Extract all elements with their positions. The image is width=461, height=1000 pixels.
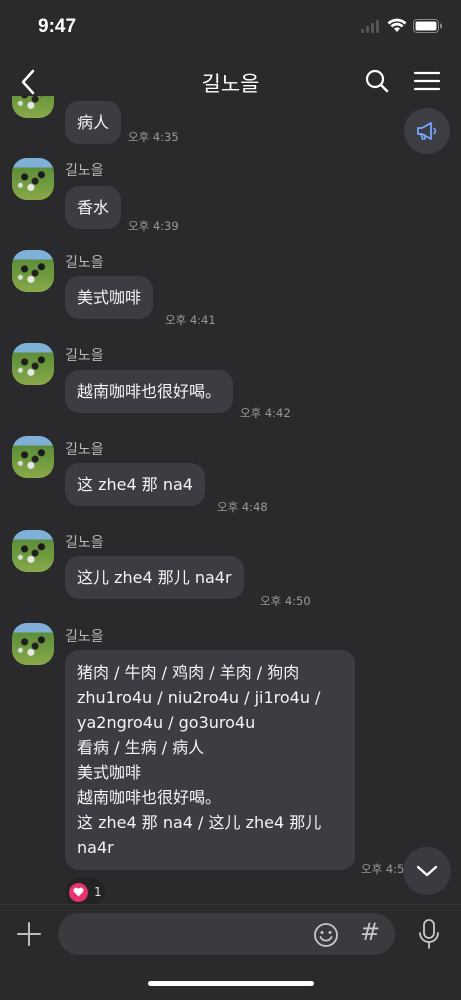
status-bar: 9:47 xyxy=(0,0,461,56)
message-input[interactable] xyxy=(74,913,304,955)
message-bubble[interactable]: 猪肉 / 牛肉 / 鸡肉 / 羊肉 / 狗肉 zhu1ro4u / niu2ro… xyxy=(65,650,355,870)
message-bubble[interactable]: 这儿 zhe4 那儿 na4r xyxy=(65,556,244,599)
avatar[interactable] xyxy=(12,250,54,292)
scroll-to-bottom-button[interactable] xyxy=(403,847,451,895)
chat-area[interactable]: 病人 오후 4:35 길노을 香水 오후 4:39 길노을 美式咖啡 오후 4:… xyxy=(0,96,461,904)
message-bubble[interactable]: 越南咖啡也很好喝。 xyxy=(65,370,234,413)
message-bubble[interactable]: 香水 xyxy=(65,186,122,229)
battery-icon xyxy=(413,18,442,33)
status-time: 9:47 xyxy=(38,16,77,37)
plus-icon xyxy=(17,922,41,946)
attach-button[interactable] xyxy=(14,919,44,949)
sender-name: 길노을 xyxy=(65,629,104,645)
hashtag-button[interactable]: # xyxy=(356,918,384,950)
sender-name: 길노을 xyxy=(65,163,104,179)
avatar[interactable] xyxy=(12,623,54,665)
voice-button[interactable] xyxy=(414,917,444,951)
message-time: 오후 4:39 xyxy=(128,219,179,233)
reaction-badge[interactable]: 1 xyxy=(65,878,105,906)
megaphone-icon xyxy=(417,122,437,140)
wifi-icon xyxy=(387,18,407,32)
heart-icon xyxy=(69,882,88,902)
microphone-icon xyxy=(419,919,439,949)
menu-button[interactable] xyxy=(412,66,442,96)
avatar[interactable] xyxy=(12,436,54,478)
message-bubble[interactable]: 美式咖啡 xyxy=(65,276,154,319)
avatar[interactable] xyxy=(12,158,54,200)
emoji-button[interactable] xyxy=(312,921,340,949)
message-time: 오후 4:48 xyxy=(217,500,268,514)
sender-name: 길노을 xyxy=(65,348,104,364)
message-bubble[interactable]: 这 zhe4 那 na4 xyxy=(65,463,205,506)
sender-name: 길노을 xyxy=(65,255,104,271)
chevron-down-icon xyxy=(416,865,438,877)
message-time: 오후 4:50 xyxy=(260,594,311,608)
message-time: 오후 4:41 xyxy=(165,313,216,327)
chat-header: 길노을 xyxy=(0,56,461,108)
message-time: 오후 4:42 xyxy=(240,406,291,420)
search-button[interactable] xyxy=(362,66,392,96)
sender-name: 길노을 xyxy=(65,535,104,551)
avatar[interactable] xyxy=(12,343,54,385)
message-time: 오후 4:5 xyxy=(361,862,405,876)
message-time: 오후 4:35 xyxy=(128,130,179,144)
home-indicator xyxy=(148,981,314,986)
hamburger-menu-icon xyxy=(413,71,441,91)
avatar[interactable] xyxy=(12,530,54,572)
search-icon xyxy=(365,69,389,93)
sender-name: 길노을 xyxy=(65,442,104,458)
announcement-button[interactable] xyxy=(404,108,450,154)
reaction-count: 1 xyxy=(94,885,102,899)
signal-icon xyxy=(361,19,379,33)
smiley-icon xyxy=(314,923,338,947)
message-input-container: # xyxy=(58,913,395,955)
status-icons xyxy=(361,18,443,33)
